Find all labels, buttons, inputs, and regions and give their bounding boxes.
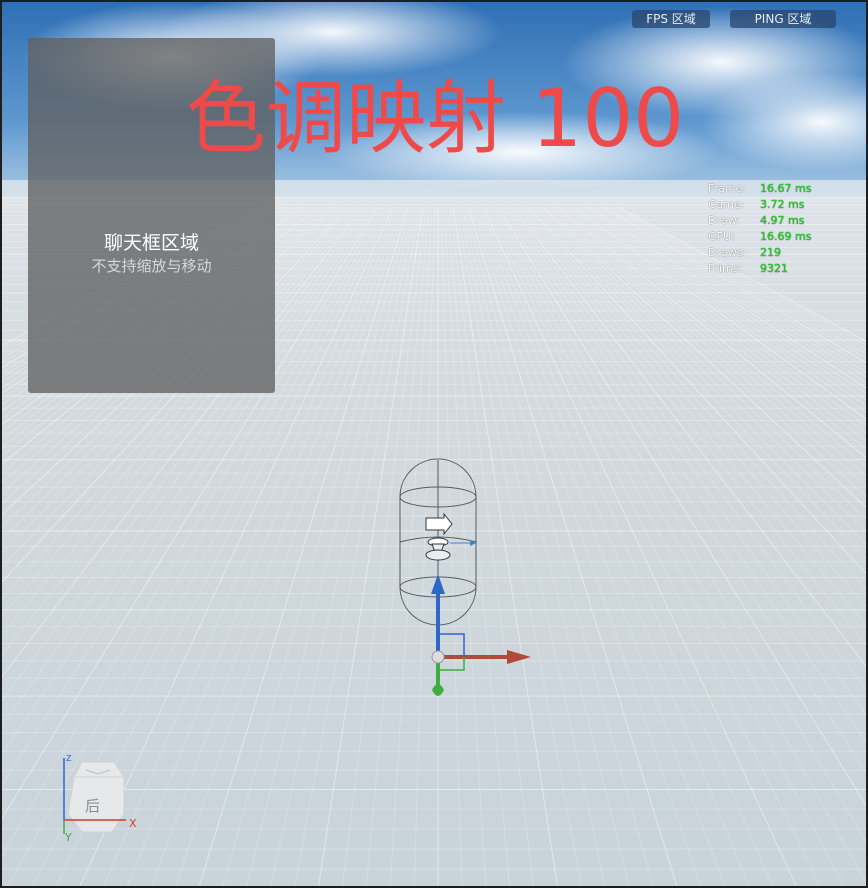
stat-value: 3.72 ms <box>760 198 805 211</box>
stat-value: 9321 <box>760 262 788 275</box>
stat-key: Draw: <box>708 214 740 227</box>
stat-row: Draws: 219 <box>708 245 811 261</box>
stat-key: Game: <box>708 198 745 211</box>
view-cube-face-label[interactable]: 后 <box>85 795 100 816</box>
stat-value: 219 <box>760 246 781 259</box>
fps-area-button[interactable]: FPS 区域 <box>632 10 710 28</box>
stats-overlay: Frame: 16.67 ms Game: 3.72 ms Draw: 4.97 ms… <box>708 181 811 277</box>
stat-row: Prims: 9321 <box>708 261 811 277</box>
stat-value: 16.67 ms <box>760 182 812 195</box>
chat-panel-title: 聊天框区域 <box>103 232 199 254</box>
stat-row: Game: 3.72 ms <box>708 197 811 213</box>
game-viewport[interactable]: 后 Z X Y FPS 区域 PING 区域 聊天框区域 不支持缩放与移动 色调… <box>0 0 868 888</box>
view-cube-labels: 后 Z X Y <box>64 752 144 844</box>
stat-key: Draws: <box>708 246 747 259</box>
stat-row: Draw: 4.97 ms <box>708 213 811 229</box>
axis-z-label: Z <box>66 754 72 763</box>
stat-key: GPU: <box>708 230 735 243</box>
axis-x-label: X <box>129 817 137 830</box>
ping-area-button[interactable]: PING 区域 <box>730 10 836 28</box>
stat-value: 16.69 ms <box>760 230 812 243</box>
axis-y-label: Y <box>65 831 72 844</box>
stat-key: Prims: <box>708 262 743 275</box>
tone-mapping-label: 色调映射 100 <box>186 72 685 165</box>
chat-panel-subtitle: 不支持缩放与移动 <box>91 257 212 275</box>
stat-value: 4.97 ms <box>760 214 805 227</box>
stat-row: GPU: 16.69 ms <box>708 229 811 245</box>
gizmo-center-handle[interactable] <box>431 650 445 664</box>
stat-row: Frame: 16.67 ms <box>708 181 811 197</box>
stat-key: Frame: <box>708 182 746 195</box>
